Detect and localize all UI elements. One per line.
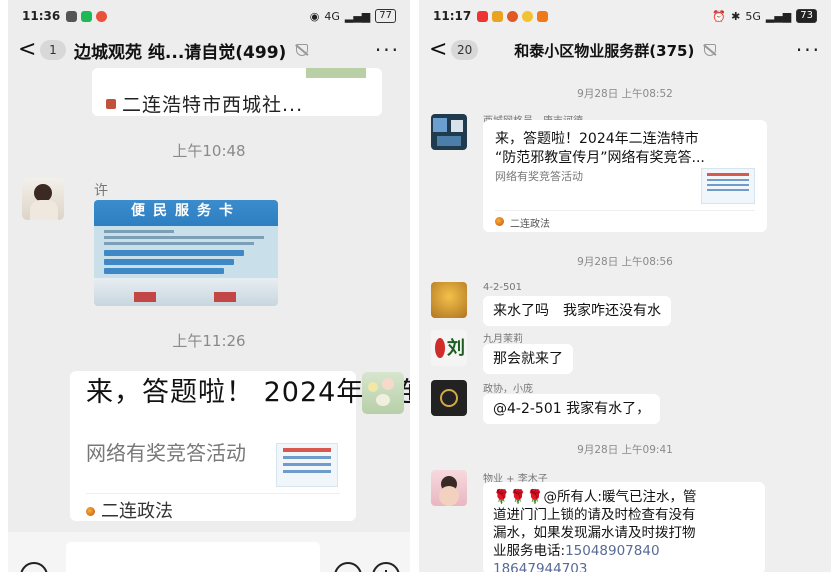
notification-icon	[66, 10, 78, 22]
card-description: 网络有奖竞答活动	[495, 170, 583, 183]
message-bubble[interactable]: @4-2-501 我家有水了，	[483, 394, 661, 424]
back-chevron-icon[interactable]: <	[429, 39, 447, 61]
card-thumbnail	[306, 68, 366, 78]
timestamp: 9月28日 上午09:41	[577, 444, 673, 456]
unread-count-badge: 20	[451, 40, 479, 60]
status-bar: 11:36 ◉ 4G ▂▄▆ 77	[8, 0, 410, 32]
avatar-grid-worker[interactable]	[431, 114, 467, 150]
card-source: 二连政法	[86, 497, 173, 523]
bluetooth-icon: ✱	[731, 9, 741, 23]
my-avatar-flowers[interactable]	[362, 372, 404, 414]
back-chevron-icon[interactable]: <	[18, 39, 36, 61]
signal-icon: ▂▄▆	[765, 9, 792, 23]
battery-level: 77	[375, 9, 396, 23]
source-logo-icon	[86, 507, 95, 516]
more-dots-icon[interactable]: ···	[796, 38, 821, 62]
status-right: ◉ 4G ▂▄▆ 77	[310, 9, 396, 23]
message-bubble[interactable]: 那会就来了	[483, 344, 573, 374]
source-logo-icon	[495, 217, 504, 226]
card-description: 网络有奖竞答活动	[86, 441, 246, 465]
signal-icon: ▂▄▆	[344, 9, 371, 23]
more-dots-icon[interactable]: ···	[375, 38, 400, 62]
alarm-icon: ⏰	[712, 9, 727, 23]
phone-link[interactable]: 15048907840	[565, 543, 659, 559]
right-phone-screen: 11:17 ⏰ ✱ 5G ▂▄▆ 73 < 20 和泰小区物业服务群(375) …	[419, 0, 831, 572]
chat-header: < 1 边城观苑 纯...请自觉(499) ···	[8, 32, 410, 68]
status-time: 11:17	[433, 9, 472, 23]
avatar-jiuyue[interactable]: 刘	[431, 330, 467, 366]
phone-link[interactable]: 18647944703	[493, 561, 587, 572]
plus-icon[interactable]	[372, 562, 400, 572]
avatar-4-2-501[interactable]	[431, 282, 467, 318]
status-time: 11:36	[22, 9, 61, 23]
weibo-icon	[96, 10, 108, 22]
card-source: 二连政法	[495, 215, 550, 230]
sender-name: 九月茉莉	[483, 334, 523, 345]
chat-header: < 20 和泰小区物业服务群(375) ···	[419, 32, 831, 68]
wechat-icon	[81, 10, 93, 22]
unread-count-badge: 1	[40, 40, 66, 60]
card-thumbnail	[701, 168, 755, 204]
card-source: 二连浩特市西城社...	[106, 90, 303, 117]
timestamp: 9月28日 上午08:56	[577, 256, 673, 268]
mute-bell-icon	[296, 44, 309, 56]
shared-card-top[interactable]: 二连浩特市西城社...	[92, 68, 382, 116]
app-icon	[522, 10, 534, 22]
avatar-text: 刘	[447, 338, 465, 359]
timestamp: 上午11:26	[172, 332, 246, 350]
quiz-share-card[interactable]: 来，答题啦！2024年二连浩特市 “防范邪教宣传月”网络有奖竞答... 网络有奖竞…	[483, 120, 767, 232]
timestamp: 上午10:48	[172, 142, 246, 160]
avatar-xiaopang[interactable]	[431, 380, 467, 416]
card-divider	[86, 493, 340, 494]
status-notification-icons	[477, 10, 549, 22]
service-card-image[interactable]: 便民服务卡	[94, 200, 278, 306]
voice-icon[interactable]	[20, 562, 48, 572]
timestamp: 9月28日 上午08:52	[577, 88, 673, 100]
chat-title: 边城观苑 纯...请自觉(499)	[74, 42, 287, 63]
left-phone-screen: 11:36 ◉ 4G ▂▄▆ 77 < 1 边城观苑 纯...请自觉(499) …	[8, 0, 410, 572]
sender-name: 4-2-501	[483, 282, 523, 293]
app-icon	[507, 10, 519, 22]
app-icon	[477, 10, 489, 22]
status-bar: 11:17 ⏰ ✱ 5G ▂▄▆ 73	[419, 0, 831, 32]
sender-name: 政协，小庞	[483, 384, 533, 395]
status-right: ⏰ ✱ 5G ▂▄▆ 73	[712, 9, 817, 23]
source-logo-icon	[106, 99, 116, 109]
message-input[interactable]	[66, 542, 320, 572]
battery-level: 73	[796, 9, 817, 23]
avatar-li-muzi[interactable]	[431, 470, 467, 506]
notice-message-bubble[interactable]: 🌹🌹🌹@所有人:暖气已注水，管 道进门门上锁的请及时检查有没有 漏水，如果发现漏…	[483, 482, 765, 572]
card-thumbnail	[276, 443, 338, 487]
app-icon	[537, 10, 549, 22]
signal-label: 4G	[324, 9, 340, 23]
mute-bell-icon	[704, 44, 717, 56]
rose-emoji-icons: 🌹🌹🌹	[493, 489, 544, 505]
app-icon	[492, 10, 504, 22]
signal-label: 5G	[745, 9, 761, 23]
message-bubble[interactable]: 来水了吗 我家咋还没有水	[483, 296, 671, 326]
card-title: 来，答题啦！2024年二连浩特市 “防范邪教宣传月”网络有奖竞答...	[495, 131, 705, 166]
avatar-xu[interactable]	[22, 178, 64, 220]
image-banner: 便民服务卡	[94, 200, 278, 226]
quiz-share-card[interactable]: 来，答题啦！ 2024年二连浩... 网络有奖竞答活动 二连政法	[70, 371, 410, 523]
eye-icon: ◉	[309, 9, 320, 23]
status-notification-icons	[66, 10, 108, 22]
emoji-icon[interactable]	[334, 562, 362, 572]
sender-name: 许	[94, 183, 108, 199]
card-divider	[495, 210, 755, 211]
chat-title: 和泰小区物业服务群(375)	[514, 41, 695, 60]
input-bar	[8, 532, 410, 572]
